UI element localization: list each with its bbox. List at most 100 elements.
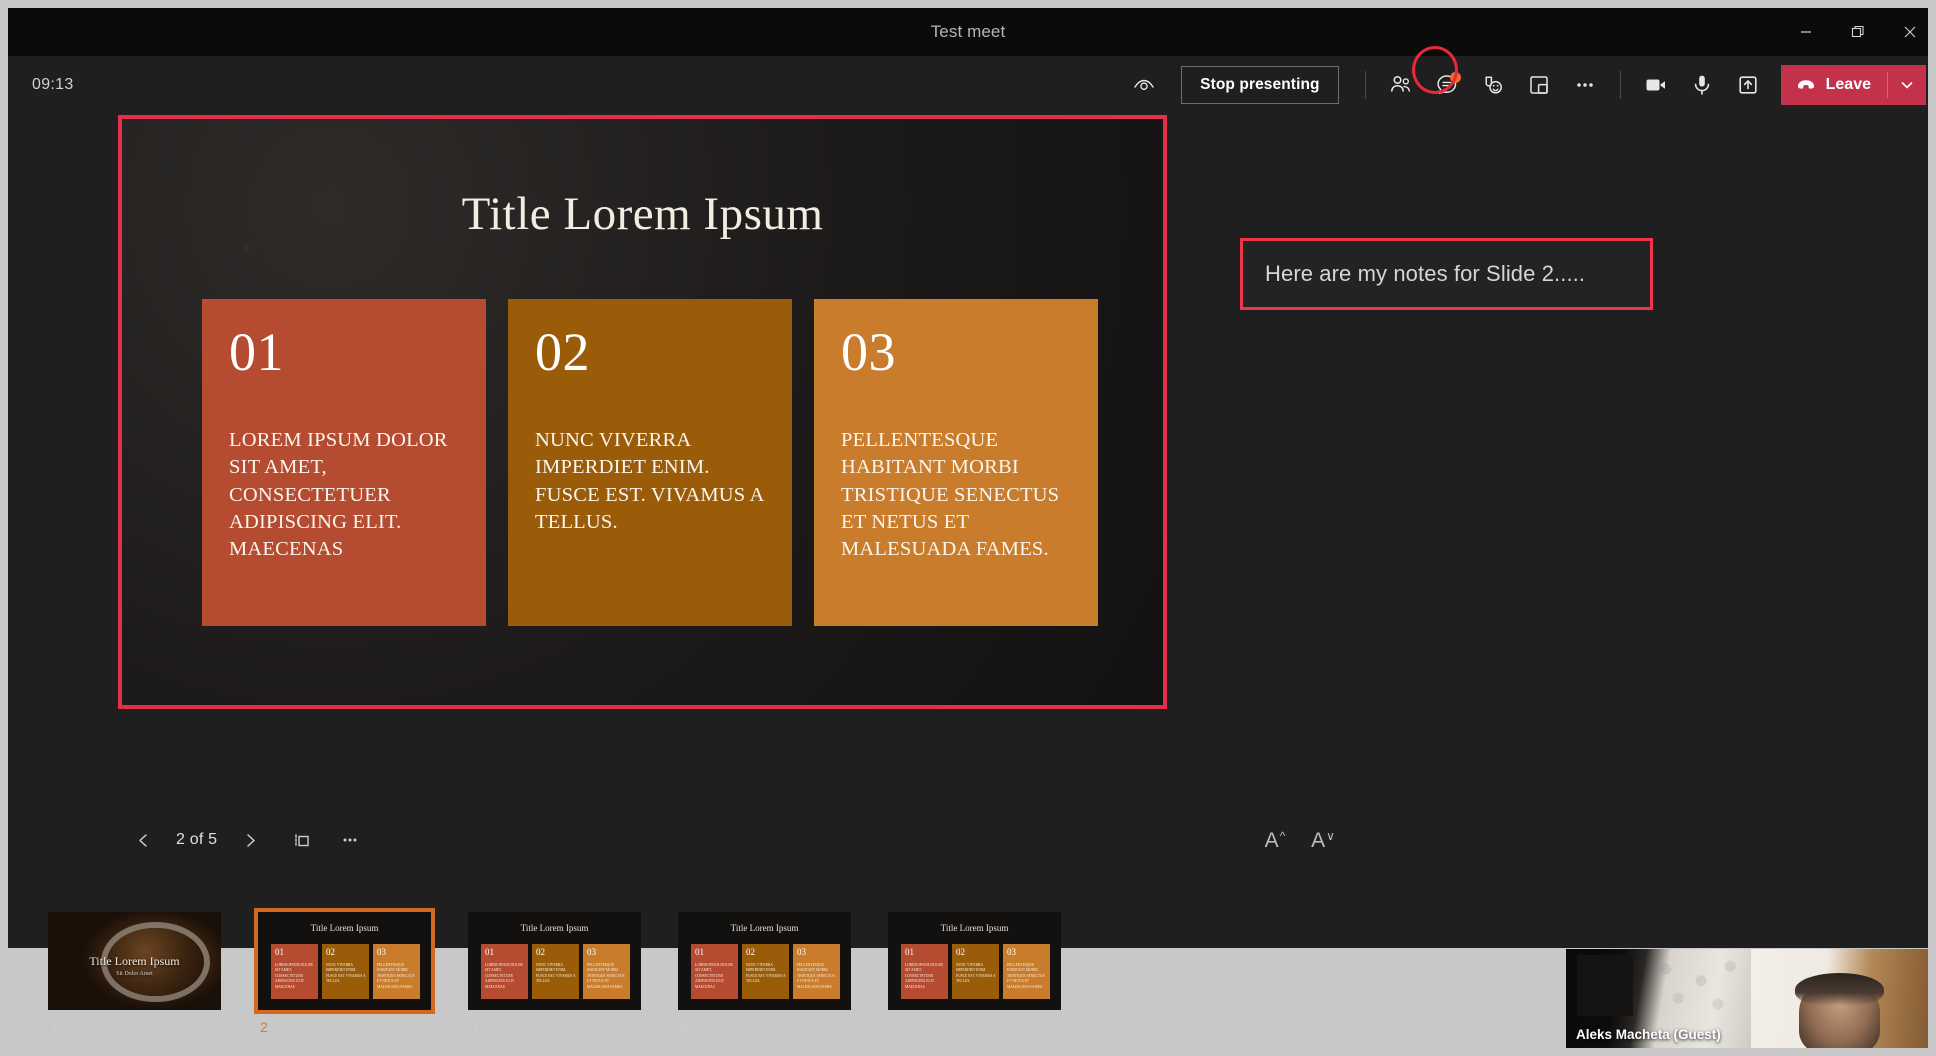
hangup-icon (1797, 80, 1814, 89)
reactions-icon[interactable] (1470, 62, 1516, 108)
presenter-notes-highlight: Here are my notes for Slide 2..... (1240, 238, 1653, 310)
thumb-slide-title: Title Lorem Ipsum (940, 923, 1009, 933)
camera-icon[interactable] (1633, 62, 1679, 108)
decrease-font-label: A (1311, 829, 1326, 852)
thumb-cards: 01 LOREM IPSUM DOLOR SIT AMET, CONSECTET… (271, 944, 420, 999)
slide-card: 01 LOREM IPSUM DOLOR SIT AMET, CONSECTET… (202, 299, 486, 626)
presenter-notes-text[interactable]: Here are my notes for Slide 2..... (1243, 261, 1585, 287)
leave-button-group: Leave (1780, 65, 1926, 105)
thumb-card-number: 02 (956, 947, 965, 957)
participant-video-tile[interactable] (1751, 949, 1936, 1048)
thumb-card-number: 02 (536, 947, 545, 957)
slide-thumbnail-number: 1 (50, 1019, 58, 1035)
thumb-card: 03 PELLENTESQUE HABITANT MORBI TRISTIQUE… (1003, 944, 1050, 999)
all-slides-icon[interactable] (283, 821, 321, 859)
chevron-down-icon[interactable] (1888, 65, 1926, 105)
thumb-card-text: LOREM IPSUM DOLOR SIT AMET, CONSECTETUER… (485, 963, 523, 989)
thumb-cover-title: Title Lorem Ipsum (89, 954, 180, 968)
eye-icon[interactable] (1121, 62, 1167, 108)
slide-thumbnail-number: 2 (260, 1019, 268, 1035)
thumb-card: 01 LOREM IPSUM DOLOR SIT AMET, CONSECTET… (271, 944, 318, 999)
thumb-slide-title: Title Lorem Ipsum (520, 923, 589, 933)
meeting-toolbar: 09:13 Stop presenting Leave (0, 56, 1936, 114)
chevron-up-icon: ^ (1279, 829, 1286, 843)
slide-thumbnail-preview: Title Lorem Ipsum 01 LOREM IPSUM DOLOR S… (888, 912, 1061, 1010)
stop-presenting-button[interactable]: Stop presenting (1181, 66, 1339, 104)
thumb-card: 02 NUNC VIVERRA IMPERDIET ENIM. FUSCE ES… (742, 944, 789, 999)
thumb-card-number: 03 (587, 947, 596, 957)
thumb-card-number: 02 (746, 947, 755, 957)
leave-button-label: Leave (1825, 76, 1871, 93)
slide-card: 03 PELLENTESQUE HABITANT MORBI TRISTIQUE… (814, 299, 1098, 626)
toolbar-divider-2 (1619, 71, 1621, 99)
chevron-right-icon[interactable] (231, 821, 269, 859)
slide-card: 02 NUNC VIVERRA IMPERDIET ENIM. FUSCE ES… (508, 299, 792, 626)
thumb-card-text: LOREM IPSUM DOLOR SIT AMET, CONSECTETUER… (275, 963, 313, 989)
leave-button[interactable]: Leave (1781, 65, 1887, 105)
slide-card-text: PELLENTESQUE HABITANT MORBI TRISTIQUE SE… (841, 429, 1060, 560)
slide-thumbnail[interactable]: Title Lorem Ipsum 01 LOREM IPSUM DOLOR S… (678, 912, 851, 1035)
thumb-card-text: PELLENTESQUE HABITANT MORBI TRISTIQUE SE… (1007, 963, 1045, 989)
slide-thumbnail[interactable]: Title Lorem Ipsum 01 LOREM IPSUM DOLOR S… (468, 912, 641, 1035)
thumb-card-number: 03 (1007, 947, 1016, 957)
slide-thumbnail-preview: Title Lorem Ipsum Sit Dolor Amet (48, 912, 221, 1010)
slide-more-options-icon[interactable] (331, 821, 369, 859)
teams-meeting-window: Test meet 09:13 Stop presenting Leave Ti… (0, 0, 1936, 1056)
chevron-left-icon[interactable] (124, 821, 162, 859)
window-title-bar: Test meet (0, 8, 1936, 56)
thumb-card: 03 PELLENTESQUE HABITANT MORBI TRISTIQUE… (583, 944, 630, 999)
slide-thumbnail[interactable]: Title Lorem Ipsum 01 LOREM IPSUM DOLOR S… (888, 912, 1061, 1035)
window-edge-left (0, 8, 8, 1048)
microphone-icon[interactable] (1679, 62, 1725, 108)
window-edge-bottom (0, 1048, 1936, 1056)
window-edge-right (1928, 8, 1936, 1048)
slide-navigation-bar: 2 of 5 (124, 821, 369, 859)
participant-video-strip: Aleks Macheta (Guest) (1566, 949, 1936, 1048)
thumb-cover-subtitle: Sit Dolor Amet (116, 971, 153, 977)
thumb-card: 01 LOREM IPSUM DOLOR SIT AMET, CONSECTET… (691, 944, 738, 999)
slide-thumbnail-number: 3 (470, 1019, 478, 1035)
slide-cards: 01 LOREM IPSUM DOLOR SIT AMET, CONSECTET… (202, 299, 1098, 626)
breakout-rooms-icon[interactable] (1516, 62, 1562, 108)
share-tray-icon[interactable] (1725, 62, 1771, 108)
minimize-icon[interactable] (1780, 8, 1832, 56)
participant-video-tile[interactable]: Aleks Macheta (Guest) (1566, 949, 1751, 1048)
thumb-card-text: NUNC VIVERRA IMPERDIET ENIM. FUSCE EST. … (956, 963, 996, 984)
thumb-card-number: 02 (326, 947, 335, 957)
thumb-card-text: NUNC VIVERRA IMPERDIET ENIM. FUSCE EST. … (746, 963, 786, 984)
slide-thumbnail-number: 4 (680, 1019, 688, 1035)
presented-slide[interactable]: Title Lorem Ipsum 01 LOREM IPSUM DOLOR S… (122, 119, 1163, 705)
people-icon[interactable] (1378, 62, 1424, 108)
chevron-down-icon: ∨ (1326, 829, 1335, 843)
thumb-card-text: LOREM IPSUM DOLOR SIT AMET, CONSECTETUER… (695, 963, 733, 989)
thumb-card-number: 03 (377, 947, 386, 957)
slide-card-text: LOREM IPSUM DOLOR SIT AMET, CONSECTETUER… (229, 429, 448, 560)
thumb-cards: 01 LOREM IPSUM DOLOR SIT AMET, CONSECTET… (691, 944, 840, 999)
increase-font-size-button[interactable]: A ^ (1258, 830, 1292, 860)
thumb-card-text: NUNC VIVERRA IMPERDIET ENIM. FUSCE EST. … (536, 963, 576, 984)
slide-card-number: 02 (535, 322, 590, 382)
restore-icon[interactable] (1832, 8, 1884, 56)
slide-thumbnail[interactable]: Title Lorem Ipsum Sit Dolor Amet 1 (48, 912, 221, 1035)
toolbar-actions: Stop presenting Leave (1121, 56, 1936, 114)
thumb-card: 01 LOREM IPSUM DOLOR SIT AMET, CONSECTET… (481, 944, 528, 999)
more-options-icon[interactable] (1562, 62, 1608, 108)
thumb-card: 03 PELLENTESQUE HABITANT MORBI TRISTIQUE… (373, 944, 420, 999)
slide-counter: 2 of 5 (176, 831, 218, 848)
thumb-cards: 01 LOREM IPSUM DOLOR SIT AMET, CONSECTET… (481, 944, 630, 999)
thumb-card-number: 03 (797, 947, 806, 957)
thumb-card-text: LOREM IPSUM DOLOR SIT AMET, CONSECTETUER… (905, 963, 943, 989)
slide-card-number: 03 (841, 322, 896, 382)
meeting-stage: Title Lorem Ipsum 01 LOREM IPSUM DOLOR S… (0, 114, 1936, 1035)
increase-font-label: A (1264, 829, 1279, 852)
thumb-cards: 01 LOREM IPSUM DOLOR SIT AMET, CONSECTET… (901, 944, 1050, 999)
slide-thumbnail-preview: Title Lorem Ipsum 01 LOREM IPSUM DOLOR S… (678, 912, 851, 1010)
slide-card-text: NUNC VIVERRA IMPERDIET ENIM. FUSCE EST. … (535, 429, 764, 533)
thumb-card: 01 LOREM IPSUM DOLOR SIT AMET, CONSECTET… (901, 944, 948, 999)
decrease-font-size-button[interactable]: A ∨ (1306, 830, 1340, 860)
slide-card-number: 01 (229, 322, 284, 382)
thumb-card-number: 01 (275, 947, 284, 957)
slide-thumbnail-selected[interactable]: Title Lorem Ipsum 01 LOREM IPSUM DOLOR S… (254, 908, 435, 1035)
chat-icon[interactable] (1424, 62, 1470, 108)
thumb-card: 02 NUNC VIVERRA IMPERDIET ENIM. FUSCE ES… (532, 944, 579, 999)
